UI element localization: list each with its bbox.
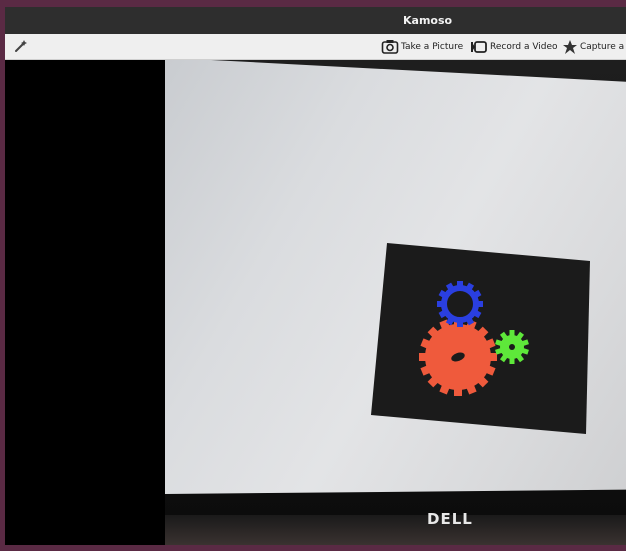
- preview-black-area: [5, 60, 165, 545]
- star-burst-icon: [563, 39, 577, 54]
- kamoso-window: Kamoso Take a Picture Record a Video Cap…: [5, 7, 626, 545]
- capture-label: Capture a: [580, 41, 625, 52]
- camera-icon: [381, 39, 399, 54]
- gears-image: [371, 243, 590, 434]
- capture-button[interactable]: Capture a: [562, 37, 624, 56]
- camera-feed: DELL: [165, 60, 626, 545]
- video-camera-icon: [471, 40, 487, 53]
- record-video-button[interactable]: Record a Video: [470, 37, 558, 56]
- take-picture-button[interactable]: Take a Picture: [381, 37, 463, 56]
- desk-surface: [165, 515, 626, 545]
- toolbar: Take a Picture Record a Video Capture a: [5, 34, 626, 60]
- window-title: Kamoso: [403, 14, 453, 27]
- record-video-label: Record a Video: [490, 41, 558, 52]
- monitor-logo: DELL: [427, 510, 473, 528]
- red-gear: [419, 318, 497, 396]
- take-picture-label: Take a Picture: [401, 41, 464, 52]
- camera-preview: DELL: [5, 60, 626, 545]
- title-bar[interactable]: Kamoso: [5, 7, 626, 34]
- magic-wand-icon[interactable]: [13, 38, 29, 54]
